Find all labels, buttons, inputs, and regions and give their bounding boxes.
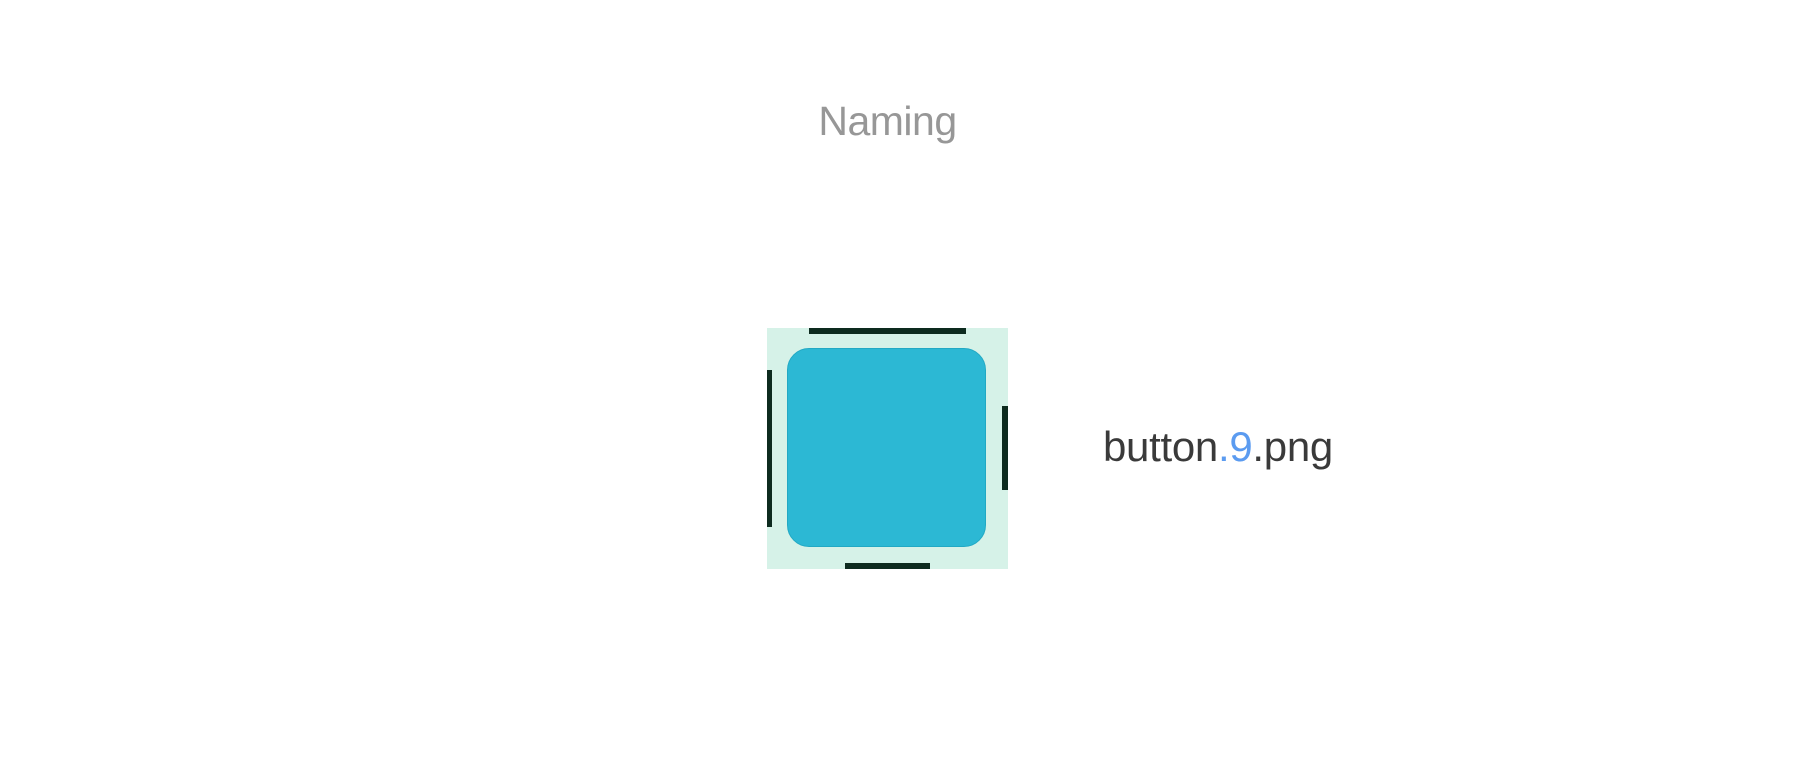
right-padding-marker [1002,406,1008,490]
page-title: Naming [818,98,957,144]
button-shape [787,348,986,547]
filename-extension: .png [1252,423,1333,470]
nine-patch-illustration [767,328,1008,569]
filename-nine-suffix: .9 [1217,423,1253,470]
bottom-padding-marker [845,563,930,569]
left-stretch-marker [767,370,772,527]
filename-base: button [1103,423,1218,470]
top-stretch-marker [809,328,966,334]
filename-label: button.9.png [1103,423,1333,471]
